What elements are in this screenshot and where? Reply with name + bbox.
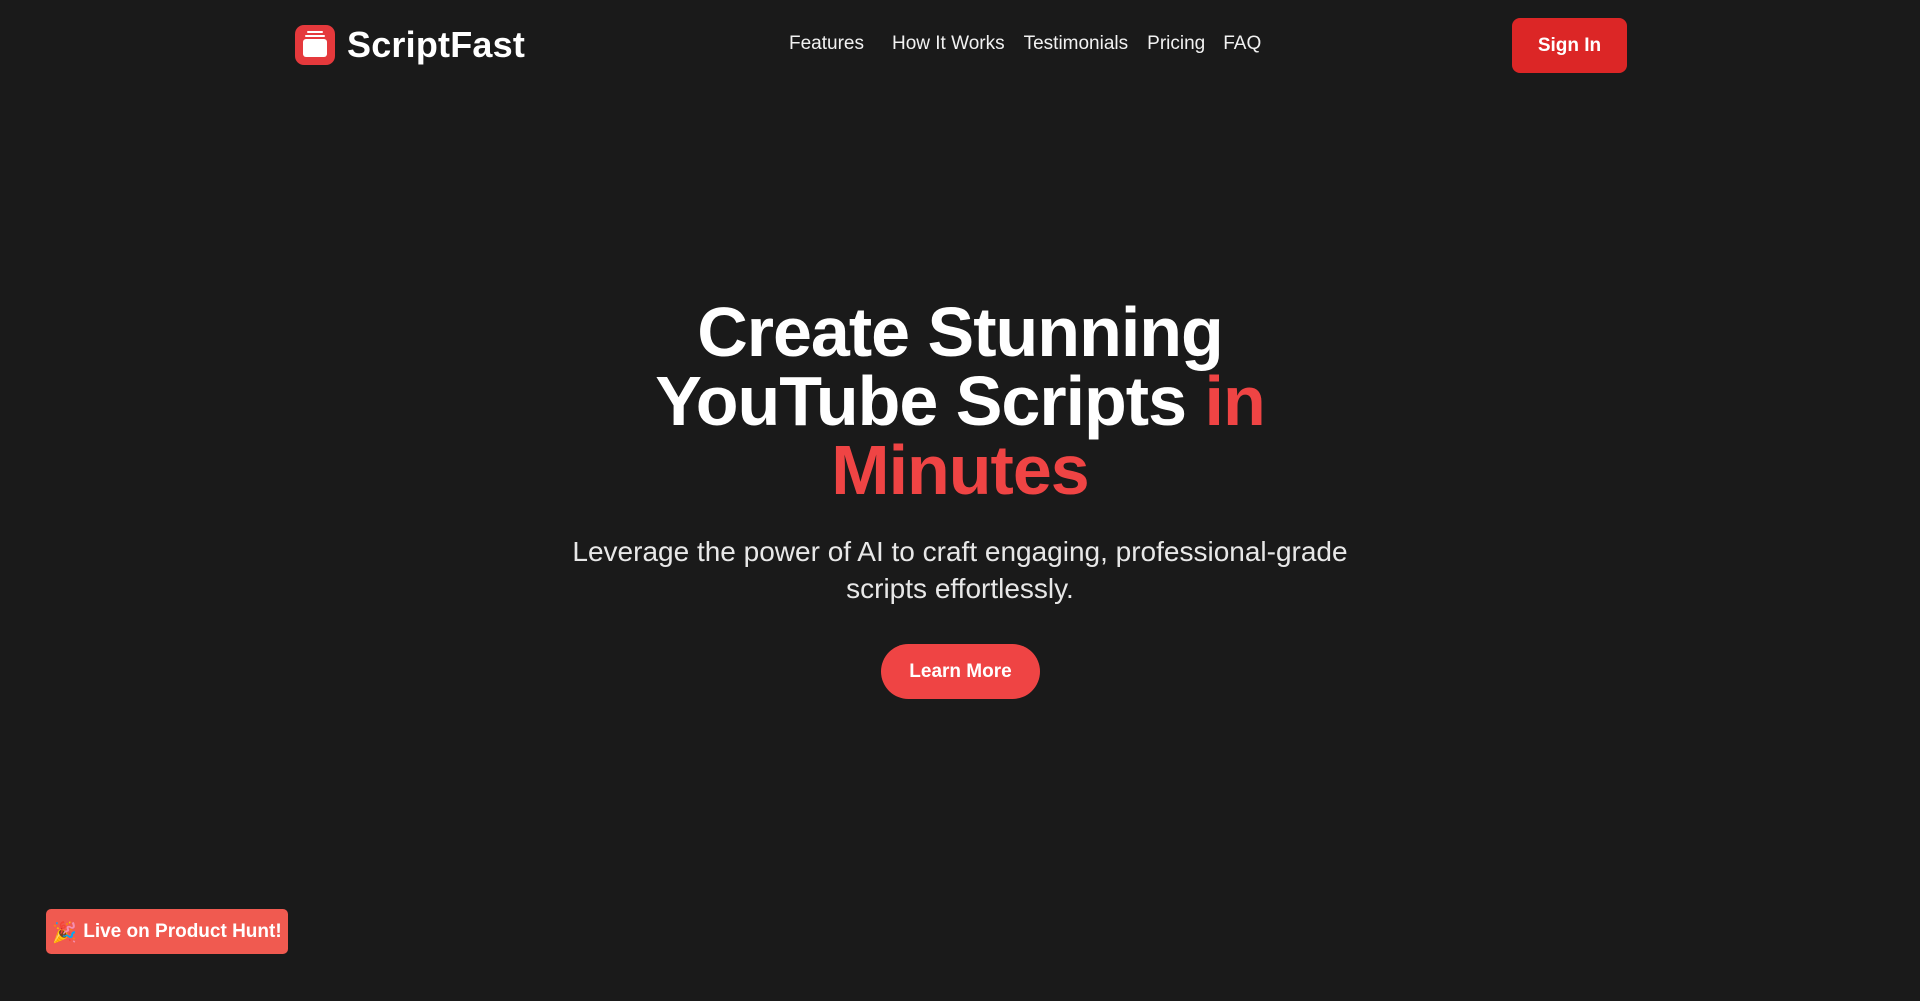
brand[interactable]: ScriptFast: [295, 24, 525, 66]
party-popper-icon: 🎉: [52, 919, 78, 944]
product-hunt-badge[interactable]: 🎉 Live on Product Hunt!: [46, 909, 288, 954]
hero-subtitle: Leverage the power of AI to craft engagi…: [572, 536, 1348, 604]
main-nav: Features How It Works Testimonials Prici…: [789, 33, 1261, 55]
nav-link-testimonials[interactable]: Testimonials: [1024, 33, 1129, 55]
landing-page: ScriptFast Features How It Works Testimo…: [0, 0, 1920, 1001]
learn-more-button[interactable]: Learn More: [881, 644, 1040, 699]
sign-in-button[interactable]: Sign In: [1512, 18, 1627, 73]
hero-title-main: Create Stunning YouTube Scripts: [655, 293, 1224, 440]
brand-name: ScriptFast: [347, 24, 526, 65]
nav-link-pricing[interactable]: Pricing: [1147, 33, 1205, 55]
nav-link-how-it-works[interactable]: How It Works: [892, 33, 1005, 55]
hero-title: Create Stunning YouTube Scripts in Minut…: [560, 297, 1360, 505]
product-hunt-badge-label: Live on Product Hunt!: [83, 920, 282, 942]
nav-link-features[interactable]: Features: [789, 33, 864, 55]
site-header: ScriptFast Features How It Works Testimo…: [0, 0, 1920, 92]
logo-icon: [295, 25, 335, 65]
nav-link-faq[interactable]: FAQ: [1223, 33, 1261, 55]
